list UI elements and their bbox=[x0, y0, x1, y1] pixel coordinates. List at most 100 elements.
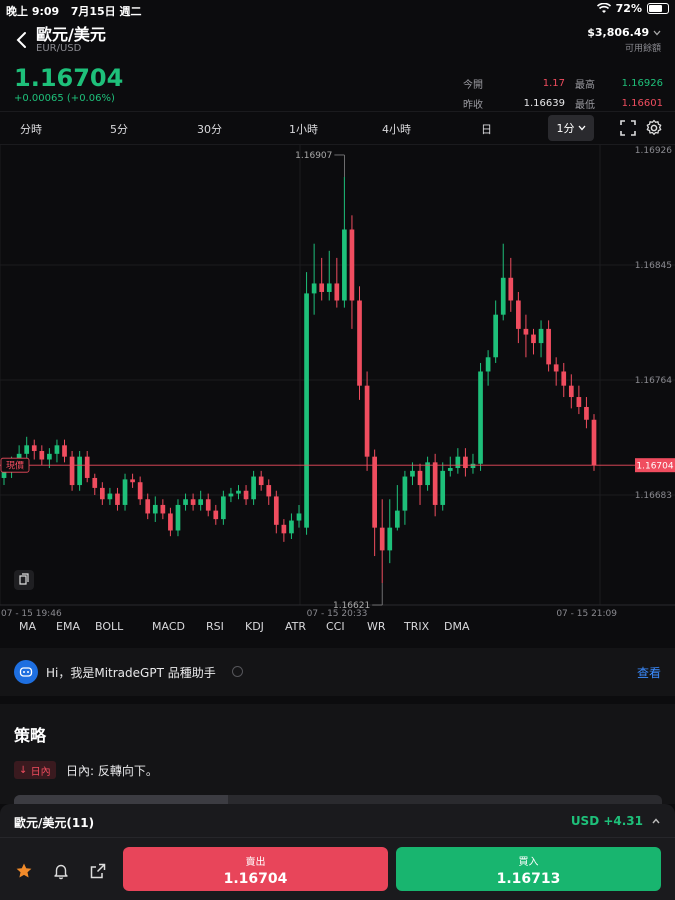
candle-body bbox=[417, 470, 423, 486]
open-value: 1.17 bbox=[542, 77, 565, 89]
sell-price: 1.16704 bbox=[223, 871, 288, 887]
low-label: 最低 bbox=[575, 99, 595, 111]
candle-body bbox=[115, 493, 120, 505]
tab-timeframe-4h[interactable]: 4小時 bbox=[382, 121, 411, 137]
candle-body bbox=[326, 283, 332, 292]
candle-body bbox=[47, 453, 52, 460]
strategy-tag: ↓ 日內 bbox=[14, 761, 56, 779]
header: 歐元/美元 EUR/USD $3,806.49 可用餘額 bbox=[0, 18, 675, 60]
fullscreen-icon[interactable] bbox=[619, 119, 637, 137]
candlestick-chart[interactable]: 1.16926 1.16845 1.16764 1.16683 07 - 15 19:… bbox=[0, 145, 675, 620]
buy-button[interactable]: 買入 1.16713 bbox=[396, 847, 661, 891]
candle-body bbox=[130, 479, 135, 483]
candle-body bbox=[584, 406, 589, 420]
tab-timeframe-line[interactable]: 分時 bbox=[20, 121, 42, 137]
candle-body bbox=[289, 520, 294, 534]
candle-body bbox=[99, 487, 105, 500]
candle-body bbox=[266, 485, 272, 497]
gpt-view-link[interactable]: 查看 bbox=[637, 664, 661, 681]
chevron-down-icon bbox=[653, 30, 661, 36]
battery-icon bbox=[647, 3, 669, 14]
candle-body bbox=[523, 328, 529, 335]
candle-body bbox=[39, 450, 45, 460]
star-icon[interactable] bbox=[15, 862, 33, 880]
price-stats: 今開 1.17 最高 1.16926 昨收 1.16639 最低 1.16601 bbox=[463, 73, 663, 113]
candle-body bbox=[92, 477, 98, 488]
high-value: 1.16926 bbox=[621, 77, 663, 89]
tab-timeframe-day[interactable]: 日 bbox=[481, 121, 492, 137]
candle-body bbox=[553, 364, 559, 372]
tab-timeframe-1h[interactable]: 1小時 bbox=[289, 121, 318, 137]
candle-body bbox=[198, 499, 204, 505]
chart-toggle-button[interactable] bbox=[14, 570, 34, 590]
candle-body bbox=[447, 468, 453, 471]
candle-body bbox=[576, 397, 582, 407]
strategy-text: 日內: 反轉向下。 bbox=[66, 764, 158, 778]
strategy-section: 策略 ↓ 日內 日內: 反轉向下。 bbox=[0, 704, 675, 807]
indicator-macd[interactable]: MACD bbox=[152, 620, 185, 633]
open-label: 今開 bbox=[463, 79, 483, 91]
candle-body bbox=[311, 283, 317, 294]
candle-body bbox=[243, 490, 249, 500]
candle-body bbox=[568, 385, 574, 398]
candle-body bbox=[77, 456, 82, 486]
back-icon[interactable] bbox=[14, 30, 30, 50]
candle-body bbox=[228, 493, 234, 497]
candle-body bbox=[485, 357, 491, 372]
candle-body bbox=[122, 479, 128, 505]
arrow-down-icon: ↓ bbox=[19, 764, 28, 776]
candle-body bbox=[500, 277, 506, 315]
candle-body bbox=[470, 463, 476, 469]
x-tick-label: 07 - 15 21:09 bbox=[556, 609, 617, 619]
indicator-dma[interactable]: DMA bbox=[444, 620, 470, 633]
info-icon[interactable] bbox=[232, 666, 243, 677]
candle-body bbox=[379, 527, 385, 551]
candle-body bbox=[478, 371, 483, 464]
gpt-logo-icon bbox=[14, 660, 38, 684]
tab-timeframe-30m[interactable]: 30分 bbox=[197, 121, 222, 137]
candle-body bbox=[342, 229, 347, 301]
candle-body bbox=[168, 513, 173, 531]
candle-body bbox=[538, 328, 544, 344]
indicator-wr[interactable]: WR bbox=[367, 620, 386, 633]
candle-body bbox=[394, 510, 400, 528]
x-tick-label: 07 - 15 19:46 bbox=[1, 609, 62, 619]
gear-icon[interactable] bbox=[645, 119, 663, 137]
indicator-ema[interactable]: EMA bbox=[56, 620, 80, 633]
candle-body bbox=[69, 456, 75, 486]
time-axis: 07 - 15 19:46 07 - 15 20:33 07 - 15 21:09 bbox=[1, 609, 617, 619]
timeframe-dropdown[interactable]: 1分 bbox=[548, 115, 594, 141]
bell-icon[interactable] bbox=[52, 862, 70, 880]
candle-body bbox=[24, 445, 30, 454]
y-tick-label: 1.16845 bbox=[635, 261, 672, 271]
indicator-kdj[interactable]: KDJ bbox=[245, 620, 264, 633]
share-icon[interactable] bbox=[89, 862, 107, 880]
indicator-ma[interactable]: MA bbox=[19, 620, 36, 633]
indicator-atr[interactable]: ATR bbox=[285, 620, 306, 633]
candle-body bbox=[455, 456, 461, 469]
candle-body bbox=[372, 456, 377, 528]
chevron-down-icon bbox=[578, 125, 585, 131]
candle-body bbox=[319, 283, 325, 292]
instrument-title: 歐元/美元 bbox=[36, 25, 106, 44]
candle-body bbox=[273, 496, 279, 525]
indicator-rsi[interactable]: RSI bbox=[206, 620, 224, 633]
candle-body bbox=[205, 499, 211, 511]
indicator-cci[interactable]: CCI bbox=[326, 620, 345, 633]
max-marker-label: 1.16907 bbox=[295, 151, 332, 161]
candle-body bbox=[546, 328, 551, 365]
timeframe-bar: 分時 5分 30分 1小時 4小時 日 1分 bbox=[0, 111, 675, 145]
high-label: 最高 bbox=[575, 79, 595, 91]
balance-amount: $3,806.49 bbox=[587, 26, 650, 39]
instrument-symbol: EUR/USD bbox=[36, 43, 82, 54]
indicator-boll[interactable]: BOLL bbox=[95, 620, 123, 633]
status-bar: 晚上 9:09 7月15日 週二 72% bbox=[0, 0, 675, 18]
balance-selector[interactable]: $3,806.49 可用餘額 bbox=[587, 26, 661, 54]
tab-timeframe-5m[interactable]: 5分 bbox=[110, 121, 128, 137]
position-row[interactable]: 歐元/美元(11) USD +4.31 bbox=[0, 804, 675, 838]
y-tick-label: 1.16683 bbox=[635, 491, 672, 501]
sell-button[interactable]: 賣出 1.16704 bbox=[123, 847, 388, 891]
indicator-trix[interactable]: TRIX bbox=[404, 620, 429, 633]
balance-label: 可用餘額 bbox=[624, 44, 661, 54]
gpt-assistant-card[interactable]: Hi，我是MitradeGPT 品種助手 查看 bbox=[0, 648, 675, 696]
